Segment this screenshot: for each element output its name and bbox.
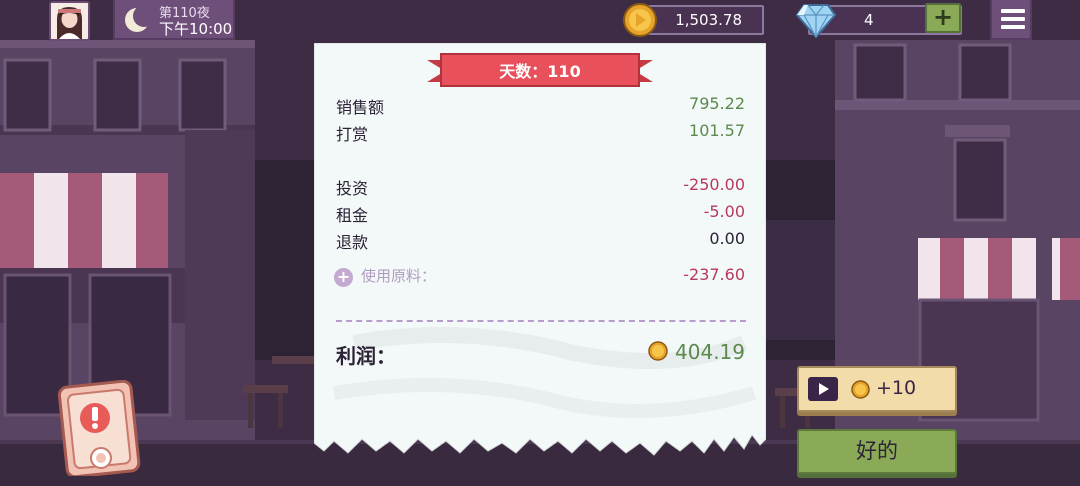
- avatar-portrait-icon: [51, 3, 88, 39]
- add-gems-button[interactable]: +: [925, 3, 961, 33]
- rent-value: -5.00: [703, 202, 745, 221]
- materials-value: -237.60: [683, 265, 745, 284]
- investment-label: 投资: [336, 179, 369, 198]
- gem-balance-value: 4: [864, 11, 874, 29]
- sales-label: 销售额: [336, 98, 385, 117]
- coin-icon: [623, 3, 657, 37]
- tips-label: 打赏: [336, 125, 369, 144]
- profit-label: 利润：: [336, 344, 396, 368]
- menu-icon-line: [1001, 9, 1025, 13]
- day-time-panel: 第110夜 下午10:00: [113, 0, 235, 40]
- ad-reward-amount: +10: [876, 377, 917, 399]
- play-video-icon: [808, 377, 838, 401]
- menu-button[interactable]: [990, 0, 1032, 40]
- menu-icon-line: [1001, 17, 1025, 21]
- coin-icon: [648, 341, 668, 361]
- rent-label: 租金: [336, 206, 369, 225]
- refund-value: 0.00: [709, 229, 745, 248]
- moon-icon: [125, 6, 151, 32]
- coin-balance-value: 1,503.78: [675, 11, 742, 29]
- expand-materials-button[interactable]: +: [334, 268, 353, 287]
- tips-value: 101.57: [689, 121, 745, 140]
- menu-icon-line: [1001, 25, 1025, 29]
- clock-time: 下午10:00: [159, 20, 233, 38]
- profit-value: 404.19: [675, 340, 745, 364]
- coin-balance: 1,503.78: [640, 5, 764, 35]
- refund-label: 退款: [336, 233, 369, 252]
- player-avatar[interactable]: [49, 1, 90, 41]
- coin-icon: [851, 380, 870, 399]
- diamond-icon: [796, 4, 836, 39]
- materials-label: 使用原料：: [361, 267, 437, 285]
- investment-value: -250.00: [683, 175, 745, 194]
- ok-button[interactable]: 好的: [797, 429, 957, 474]
- receipt-divider: [336, 320, 746, 322]
- alert-card-icon[interactable]: [57, 380, 141, 476]
- sales-value: 795.22: [689, 94, 745, 113]
- watch-ad-reward-button[interactable]: +10: [797, 366, 957, 412]
- day-banner-title: 天数：110: [499, 62, 581, 81]
